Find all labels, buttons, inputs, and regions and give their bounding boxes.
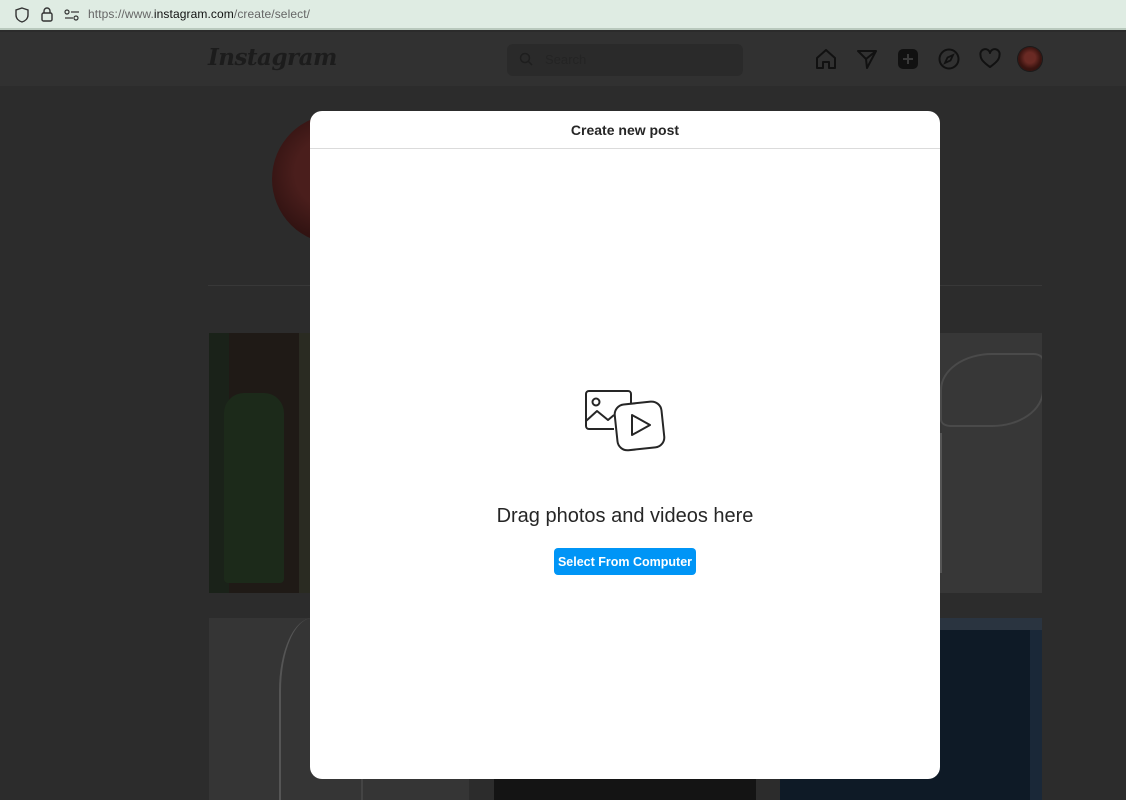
url-path: /create/select/	[233, 7, 311, 21]
modal-body[interactable]: Drag photos and videos here Select From …	[310, 149, 940, 779]
activity-heart-icon[interactable]	[979, 48, 1001, 70]
shield-icon[interactable]	[15, 7, 29, 23]
lock-icon[interactable]	[41, 7, 53, 22]
search-icon	[519, 52, 533, 66]
url-text[interactable]: https://www.instagram.com/create/select/	[88, 7, 310, 21]
direct-message-icon[interactable]	[856, 48, 878, 70]
permissions-icon[interactable]	[64, 9, 80, 21]
search-placeholder: Search	[545, 52, 587, 67]
search-box[interactable]: Search	[507, 44, 743, 76]
browser-address-bar: https://www.instagram.com/create/select/	[0, 0, 1126, 30]
select-from-computer-button[interactable]: Select From Computer	[554, 548, 696, 575]
url-host: instagram.com	[153, 7, 234, 21]
create-post-modal: Create new post Drag photos and videos h…	[310, 111, 940, 779]
profile-avatar[interactable]	[1018, 47, 1042, 71]
photos-videos-icon	[585, 390, 666, 452]
url-prefix: https://www.	[88, 7, 154, 21]
modal-title: Create new post	[570, 121, 680, 138]
modal-header: Create new post	[310, 111, 940, 149]
home-icon[interactable]	[815, 48, 837, 70]
explore-icon[interactable]	[938, 48, 960, 70]
instagram-logo[interactable]: Instagram	[208, 44, 337, 71]
drag-instructions: Drag photos and videos here	[496, 505, 754, 527]
new-post-icon[interactable]	[897, 48, 919, 70]
